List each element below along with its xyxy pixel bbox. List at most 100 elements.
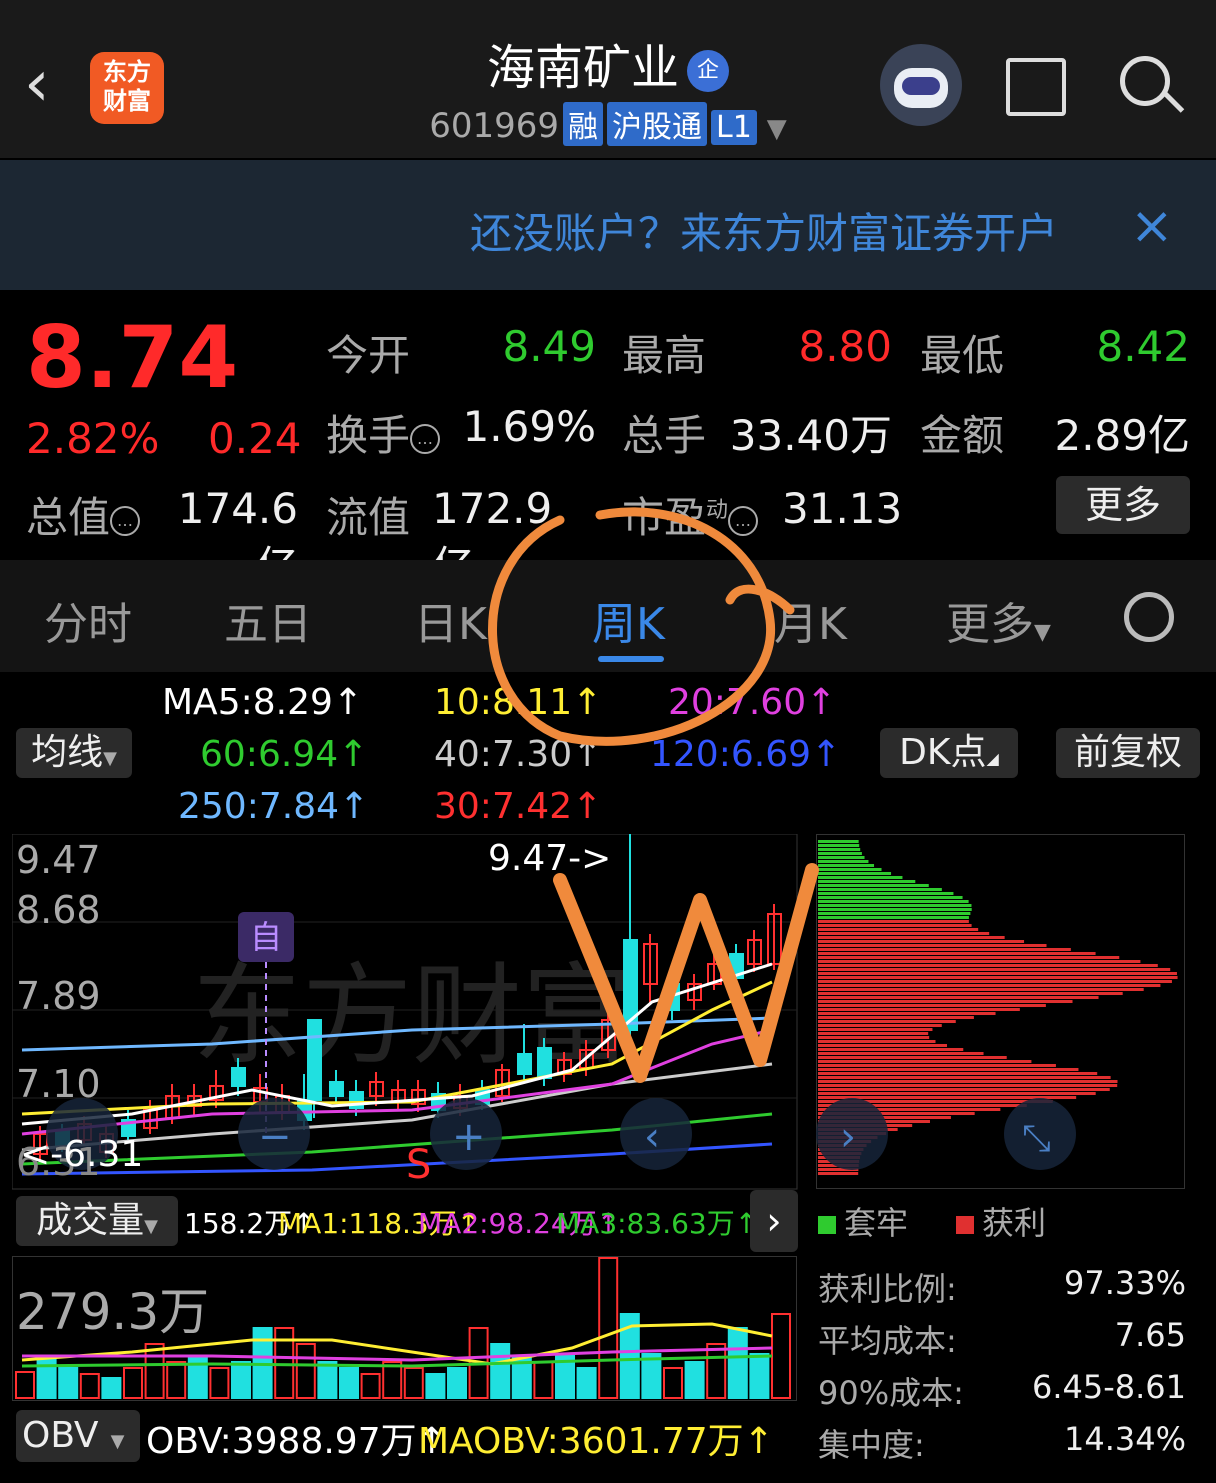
chip-bar [818,988,1144,991]
chip-bar [818,964,1158,967]
min-price-note: <-6.31 [20,1134,144,1175]
svg-text:›: › [840,1114,856,1160]
volume-bar [317,1361,338,1399]
y-label-1: 8.68 [16,888,101,932]
tab-more[interactable]: 更多▼ [946,588,1051,652]
chip-bar [818,1052,984,1055]
volume-ma3: MA3:83.63万↑ [556,1207,759,1240]
ma5-value: MA5:8.29↑ [162,682,364,723]
obv-value: OBV:3988.97万↑ [146,1421,447,1462]
chip-bar [818,972,1177,975]
open-value: 8.49 [502,322,596,371]
chip-bar [818,1020,956,1023]
svg-text:−: − [258,1114,292,1160]
volume-max-label: 279.3万 [16,1283,210,1341]
close-icon[interactable]: × [1130,196,1174,256]
caret-down-icon[interactable]: ▼ [767,114,787,144]
assistant-robot-icon[interactable] [880,44,962,126]
pe-value: 31.13 [782,484,903,533]
chip-bar [818,1172,859,1175]
low-value: 8.42 [1096,322,1190,371]
chip-bar [818,1060,1032,1063]
tag-margin: 融 [562,102,603,146]
chip-bar [818,848,861,851]
amount-label: 金额 [920,411,1005,460]
stock-name: 海南矿业 [486,40,679,96]
chevron-right-icon[interactable]: › [750,1190,798,1252]
ma-dropdown[interactable]: 均线▼ [16,728,132,778]
volume-bar [727,1327,748,1399]
volume-dropdown[interactable]: 成交量▼ [16,1196,178,1246]
profit-ratio-label: 获利比例: [818,1270,957,1308]
chip-bar [818,1036,930,1039]
cost90-label: 90%成本: [818,1374,964,1412]
ma60-value: 60:6.94↑ [200,734,369,775]
volume-value: 33.40万 [729,411,892,460]
banner-text[interactable]: 还没账户？来东方财富证券开户 [470,200,1090,261]
volume-bar [749,1353,770,1399]
maobv-value: MAOBV:3601.77万↑ [418,1421,774,1462]
volume-bar [101,1377,122,1399]
chip-bar [818,984,1161,987]
chip-bar [818,920,969,923]
ma30-value: 30:7.42↑ [434,786,603,827]
volume-bar [576,1367,597,1399]
chip-bar [818,924,972,927]
amount-value: 2.89亿 [1054,411,1190,460]
tab-monthly-k[interactable]: 月K [774,588,847,652]
sell-marker: S [406,1142,431,1188]
volume-bar [58,1367,79,1399]
adjust-type-button[interactable]: 前复权 [1056,728,1200,778]
chip-bar [818,932,990,935]
volume-bar [490,1343,511,1399]
chip-bar [818,1068,1079,1071]
volume-bar [36,1357,57,1399]
chip-bar [818,1012,996,1015]
dk-point-button[interactable]: DK点◢ [880,728,1018,778]
chip-bar [818,996,1099,999]
active-tab-indicator [598,656,664,662]
concentration-label: 集中度: [818,1426,925,1464]
chip-bar [818,980,1172,983]
chip-bar [818,840,859,843]
y-label-3: 7.10 [16,1062,101,1106]
turnover-label[interactable]: 换手… [326,402,441,463]
info-icon: … [410,423,441,454]
tab-weekly-k[interactable]: 周K [592,588,665,652]
chip-bar [818,1084,1118,1087]
chip-bar [818,1056,1007,1059]
chip-bar [818,908,972,911]
mktcap-label[interactable]: 总值… [26,484,141,545]
share-icon[interactable] [1006,58,1066,116]
tag-connect: 沪股通 [606,102,707,146]
tab-intraday[interactable]: 分时 [44,588,132,652]
more-quote-button[interactable]: 更多 [1056,476,1190,534]
chip-bar [818,856,865,859]
chip-bar [818,1016,974,1019]
chip-bar [818,948,1071,951]
y-label-2: 7.89 [16,974,101,1018]
gear-icon[interactable] [1124,592,1174,642]
chip-bar [818,1004,1046,1007]
cost90-value: 6.45-8.61 [1031,1368,1186,1406]
search-icon[interactable] [1120,56,1170,106]
high-label: 最高 [622,331,707,380]
chip-bar [818,928,979,931]
chip-distribution[interactable]: › ⤡ [816,834,1186,1190]
float-label: 流值 [326,493,411,542]
tab-five-day[interactable]: 五日 [224,588,312,652]
chip-bar [818,956,1120,959]
turnover-value: 1.69% [462,402,596,451]
tab-daily-k[interactable]: 日K [414,588,487,652]
chip-bar [818,892,954,895]
pe-label[interactable]: 市盈动… [622,484,759,545]
chip-bar [818,1044,948,1047]
concentration-value: 14.34% [1063,1420,1186,1458]
candle-body [517,1053,532,1075]
max-price-note: 9.47-> [488,838,612,879]
obv-dropdown[interactable]: OBV ▼ [16,1410,140,1462]
avg-cost-value: 7.65 [1114,1316,1186,1354]
ma20-value: 20:7.60↑ [668,682,837,723]
promo-banner[interactable]: 还没账户？来东方财富证券开户 × [0,160,1216,290]
chip-bar [818,1024,942,1027]
